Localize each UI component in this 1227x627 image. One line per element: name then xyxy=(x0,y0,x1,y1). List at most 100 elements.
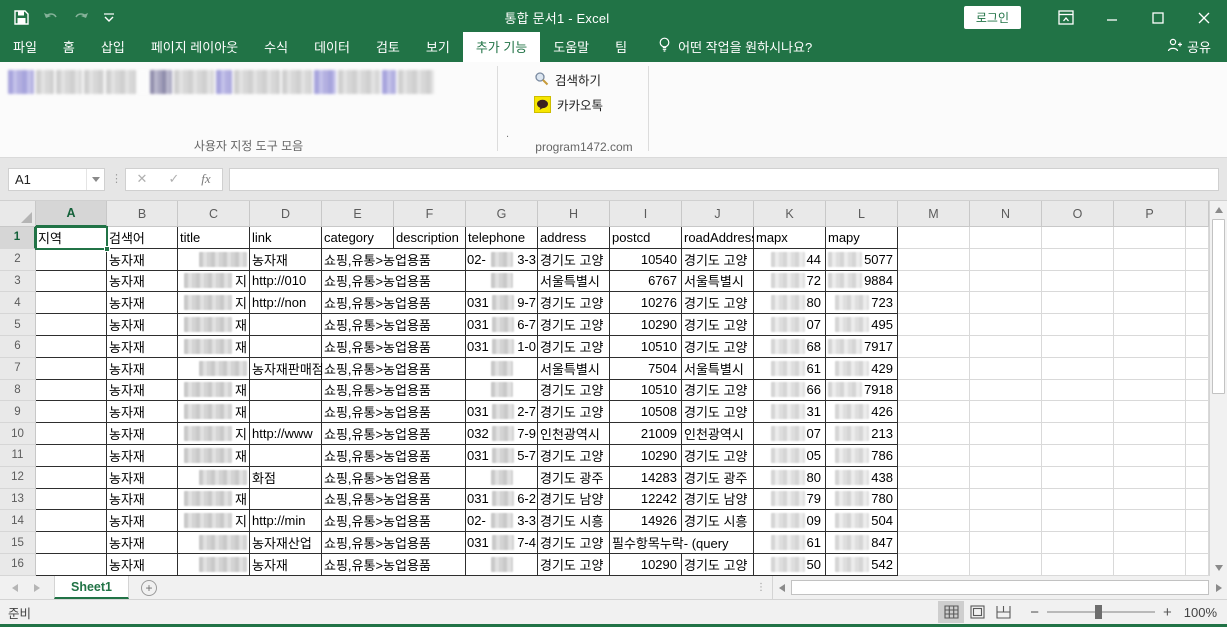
cell-Qpart4[interactable] xyxy=(1186,292,1209,314)
cell-M5[interactable] xyxy=(898,314,970,336)
cell-I2[interactable]: 10540 xyxy=(610,249,682,271)
cell-K13[interactable]: 79 xyxy=(754,489,826,511)
cell-O6[interactable] xyxy=(1042,336,1114,358)
cell-D2[interactable]: 농자재 xyxy=(250,249,322,271)
cell-J1[interactable]: roadAddress xyxy=(682,227,754,249)
cell-K10[interactable]: 07 xyxy=(754,423,826,445)
cell-N14[interactable] xyxy=(970,510,1042,532)
cell-C4[interactable]: 지 xyxy=(178,292,250,314)
cell-N13[interactable] xyxy=(970,489,1042,511)
cell-N2[interactable] xyxy=(970,249,1042,271)
cell-Qpart12[interactable] xyxy=(1186,467,1209,489)
page-break-preview-icon[interactable] xyxy=(990,601,1016,623)
cell-A8[interactable] xyxy=(36,380,107,402)
cell-H2[interactable]: 경기도 고양 xyxy=(538,249,610,271)
cell-H12[interactable]: 경기도 광주 xyxy=(538,467,610,489)
vertical-scrollbar[interactable] xyxy=(1209,201,1227,576)
cell-P16[interactable] xyxy=(1114,554,1186,576)
cell-L14[interactable]: 504 xyxy=(826,510,898,532)
cell-N5[interactable] xyxy=(970,314,1042,336)
cell-M8[interactable] xyxy=(898,380,970,402)
cell-B10[interactable]: 농자재 xyxy=(107,423,178,445)
cell-C7[interactable] xyxy=(178,358,250,380)
zoom-slider[interactable] xyxy=(1047,611,1155,613)
cell-D15[interactable]: 농자재산업 xyxy=(250,532,322,554)
cell-P14[interactable] xyxy=(1114,510,1186,532)
cell-D12[interactable]: 화점 xyxy=(250,467,322,489)
cell-H15[interactable]: 경기도 고양 xyxy=(538,532,610,554)
cell-D10[interactable]: http://www xyxy=(250,423,322,445)
column-header-L[interactable]: L xyxy=(826,201,898,227)
row-header-4[interactable]: 4 xyxy=(0,292,36,314)
cell-E3[interactable]: 쇼핑,유통>농업용품 xyxy=(322,271,466,293)
cell-B12[interactable]: 농자재 xyxy=(107,467,178,489)
cell-A11[interactable] xyxy=(36,445,107,467)
confirm-entry-icon[interactable]: ✓ xyxy=(158,171,190,187)
cell-E8[interactable]: 쇼핑,유통>농업용품 xyxy=(322,380,466,402)
cell-Qpart7[interactable] xyxy=(1186,358,1209,380)
ribbon-tab-1[interactable]: 홈 xyxy=(50,32,88,62)
column-header-B[interactable]: B xyxy=(107,201,178,227)
cell-I12[interactable]: 14283 xyxy=(610,467,682,489)
cell-M4[interactable] xyxy=(898,292,970,314)
row-header-15[interactable]: 15 xyxy=(0,532,36,554)
cell-J13[interactable]: 경기도 남양 xyxy=(682,489,754,511)
redo-icon[interactable] xyxy=(73,11,89,24)
cell-M3[interactable] xyxy=(898,271,970,293)
cell-G11[interactable]: 0315-7 xyxy=(466,445,538,467)
cell-H1[interactable]: address xyxy=(538,227,610,249)
undo-icon[interactable] xyxy=(43,11,59,24)
cell-G15[interactable]: 0317-4 xyxy=(466,532,538,554)
cell-C8[interactable]: 재 xyxy=(178,380,250,402)
cell-K1[interactable]: mapx xyxy=(754,227,826,249)
cell-J9[interactable]: 경기도 고양 xyxy=(682,401,754,423)
ribbon-tab-10[interactable]: 팀 xyxy=(602,32,640,62)
cell-J5[interactable]: 경기도 고양 xyxy=(682,314,754,336)
column-header-G[interactable]: G xyxy=(466,201,538,227)
cell-Qpart5[interactable] xyxy=(1186,314,1209,336)
cell-H11[interactable]: 경기도 고양 xyxy=(538,445,610,467)
normal-view-icon[interactable] xyxy=(938,601,964,623)
cell-J16[interactable]: 경기도 고양 xyxy=(682,554,754,576)
cell-G3[interactable] xyxy=(466,271,538,293)
cell-D4[interactable]: http://non xyxy=(250,292,322,314)
cell-K2[interactable]: 44 xyxy=(754,249,826,271)
cell-O15[interactable] xyxy=(1042,532,1114,554)
cell-C14[interactable]: 지 xyxy=(178,510,250,532)
cell-K12[interactable]: 80 xyxy=(754,467,826,489)
share-button[interactable]: 공유 xyxy=(1151,37,1227,62)
cell-E15[interactable]: 쇼핑,유통>농업용품 xyxy=(322,532,466,554)
cell-H6[interactable]: 경기도 고양 xyxy=(538,336,610,358)
cell-L11[interactable]: 786 xyxy=(826,445,898,467)
cell-C2[interactable] xyxy=(178,249,250,271)
cell-N15[interactable] xyxy=(970,532,1042,554)
row-header-14[interactable]: 14 xyxy=(0,510,36,532)
cell-J6[interactable]: 경기도 고양 xyxy=(682,336,754,358)
cell-E9[interactable]: 쇼핑,유통>농업용품 xyxy=(322,401,466,423)
cancel-entry-icon[interactable]: ✕ xyxy=(126,171,158,187)
cell-P9[interactable] xyxy=(1114,401,1186,423)
add-sheet-button[interactable]: + xyxy=(129,576,169,599)
column-header-M[interactable]: M xyxy=(898,201,970,227)
cell-J3[interactable]: 서울특별시 xyxy=(682,271,754,293)
column-header-F[interactable]: F xyxy=(394,201,466,227)
next-sheet-icon[interactable] xyxy=(34,584,40,592)
cell-D3[interactable]: http://010 xyxy=(250,271,322,293)
column-header-J[interactable]: J xyxy=(682,201,754,227)
cell-M9[interactable] xyxy=(898,401,970,423)
cell-B5[interactable]: 농자재 xyxy=(107,314,178,336)
cell-D14[interactable]: http://min xyxy=(250,510,322,532)
cell-L4[interactable]: 723 xyxy=(826,292,898,314)
cell-C16[interactable] xyxy=(178,554,250,576)
cell-O5[interactable] xyxy=(1042,314,1114,336)
cell-L13[interactable]: 780 xyxy=(826,489,898,511)
maximize-button[interactable] xyxy=(1135,0,1181,35)
cell-G14[interactable]: 02-3-3 xyxy=(466,510,538,532)
ribbon-tab-3[interactable]: 페이지 레이아웃 xyxy=(138,32,251,62)
cell-I6[interactable]: 10510 xyxy=(610,336,682,358)
cell-L3[interactable]: 9884 xyxy=(826,271,898,293)
column-header-H[interactable]: H xyxy=(538,201,610,227)
cell-I8[interactable]: 10510 xyxy=(610,380,682,402)
cell-E4[interactable]: 쇼핑,유통>농업용품 xyxy=(322,292,466,314)
tabbar-resize-dots[interactable]: ⋮ xyxy=(750,576,772,599)
